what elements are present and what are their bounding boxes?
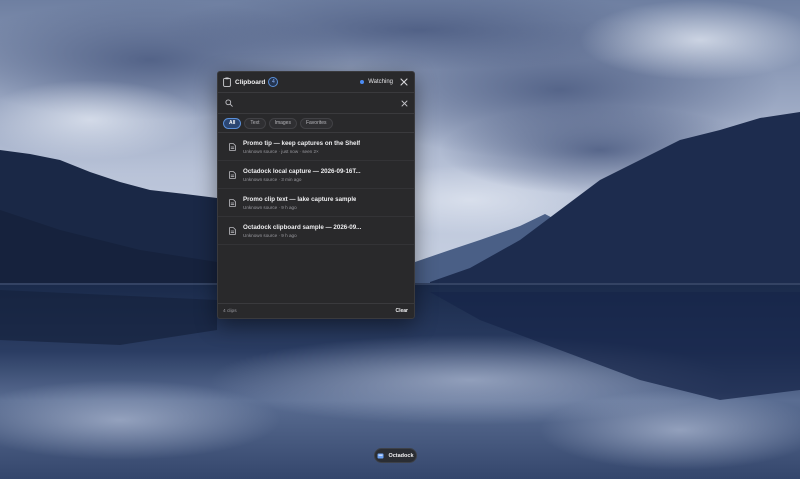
clip-title: Octadock clipboard sample — 2026-09... (243, 223, 362, 231)
filter-images-chip[interactable]: Images (268, 117, 297, 129)
document-icon (229, 142, 236, 151)
clip-meta: Unknown source · 9 h ago (243, 232, 297, 238)
octadock-taskbar-button[interactable]: Octadock (374, 448, 417, 463)
document-icon (229, 226, 236, 235)
close-icon[interactable] (399, 78, 408, 87)
clip-item[interactable]: Octadock local capture — 2026-09-16T... … (218, 161, 414, 189)
panel-titlebar: Clipboard 4 Watching (218, 72, 414, 92)
search-row (218, 93, 414, 113)
panel-title: Clipboard (235, 78, 266, 86)
clip-item[interactable]: Promo tip — keep captures on the Shelf U… (218, 133, 414, 161)
clip-meta: Unknown source · 9 h ago (243, 204, 297, 210)
filter-text-chip[interactable]: Text (244, 117, 266, 129)
document-icon (229, 198, 236, 207)
search-icon (225, 99, 233, 107)
filter-tabs: All Text Images Favorites (218, 114, 414, 132)
clipboard-panel: Clipboard 4 Watching All Text Images Fav… (217, 71, 415, 319)
clip-list: Promo tip — keep captures on the Shelf U… (218, 133, 414, 303)
document-icon (229, 170, 236, 179)
clip-item[interactable]: Octadock clipboard sample — 2026-09... U… (218, 217, 414, 245)
clear-search-icon[interactable] (401, 100, 408, 107)
watching-status[interactable]: Watching (368, 79, 393, 85)
filter-favorites-chip[interactable]: Favorites (299, 117, 333, 129)
clip-title: Promo tip — keep captures on the Shelf (243, 139, 361, 147)
filter-all-chip[interactable]: All (223, 117, 242, 129)
watching-indicator-dot (360, 80, 365, 84)
search-input[interactable] (237, 97, 401, 109)
panel-footer: 4 clips Clear (218, 304, 414, 318)
clip-title: Promo clip text — lake capture sample (243, 195, 357, 203)
clip-count-badge: 4 (268, 77, 279, 87)
octadock-app-icon (377, 453, 384, 459)
dock-app-label: Octadock (388, 452, 414, 459)
clipboard-icon (223, 77, 231, 87)
clip-meta: Unknown source · 3 min ago (243, 176, 302, 182)
clip-count-label: 4 clips (223, 308, 237, 314)
clip-item[interactable]: Promo clip text — lake capture sample Un… (218, 189, 414, 217)
clear-button[interactable]: Clear (395, 308, 408, 314)
clip-title: Octadock local capture — 2026-09-16T... (243, 167, 361, 175)
clip-meta: Unknown source · just now · seen 2× (243, 148, 319, 154)
